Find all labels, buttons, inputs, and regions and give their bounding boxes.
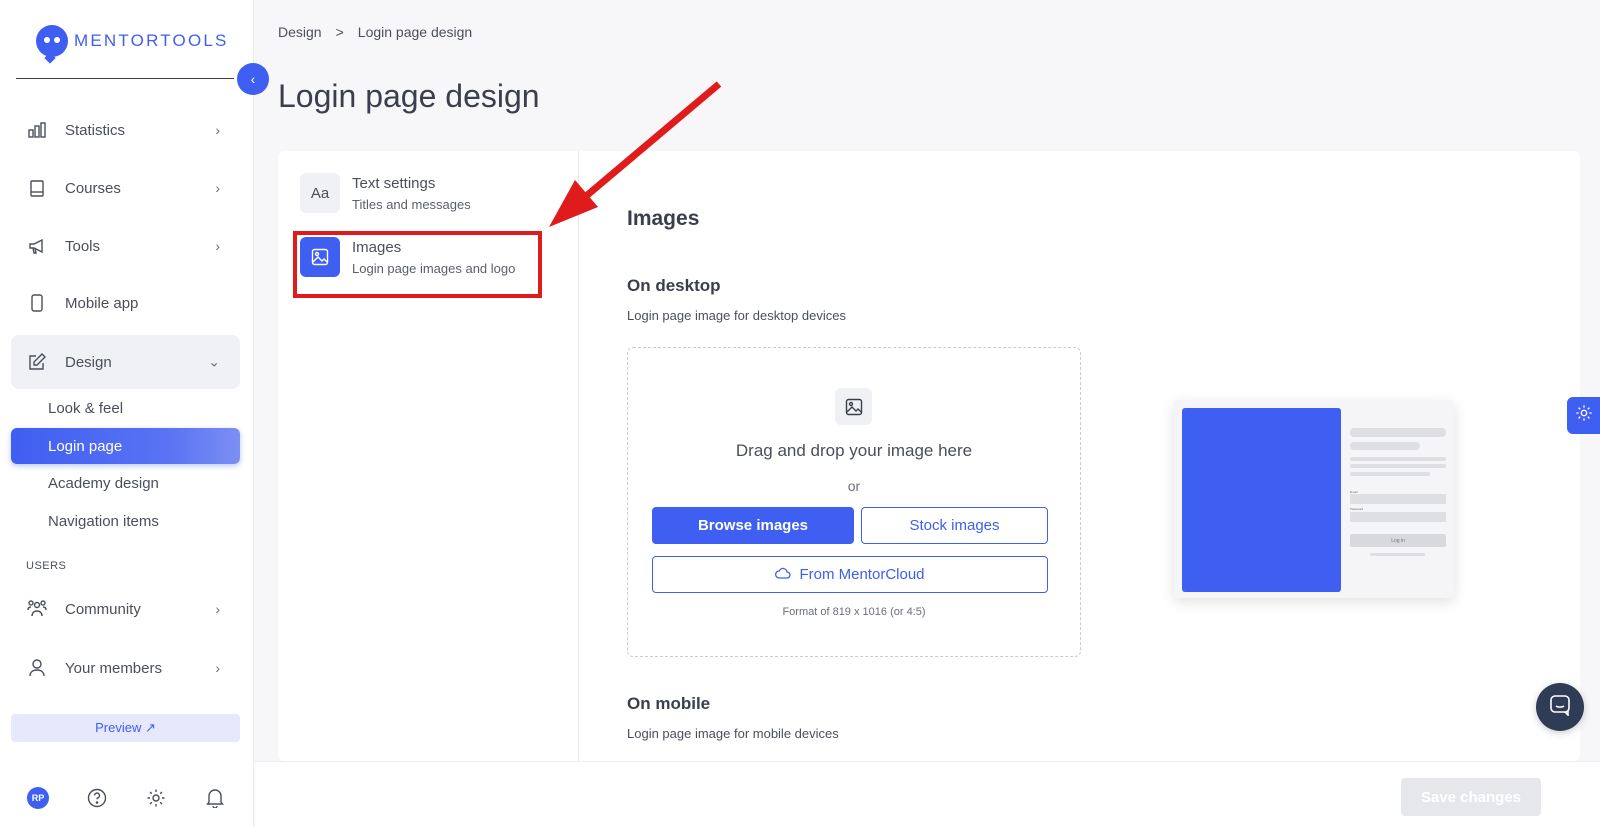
text-format-icon: Aa xyxy=(300,173,340,213)
login-preview: Email Password Log in xyxy=(1174,400,1454,598)
image-upload-icon xyxy=(835,388,872,425)
sidebar-item-label: Tools xyxy=(65,237,101,255)
community-icon xyxy=(27,599,47,619)
preview-login-button: Log in xyxy=(1350,534,1446,547)
mobile-section-subtitle: Login page image for mobile devices xyxy=(627,726,839,741)
breadcrumb-parent[interactable]: Design xyxy=(278,24,322,40)
settings-card: Aa Text settings Titles and messages Ima… xyxy=(278,151,1580,761)
chevron-left-icon: ‹ xyxy=(250,71,256,87)
desktop-section-title: On desktop xyxy=(627,276,721,295)
format-hint: Format of 819 x 1016 (or 4:5) xyxy=(782,606,926,618)
floating-settings-button[interactable] xyxy=(1567,397,1600,434)
chevron-right-icon: › xyxy=(215,180,220,196)
dropzone-or: or xyxy=(847,478,861,494)
avatar[interactable]: RP xyxy=(27,787,49,809)
from-mentorcloud-button[interactable]: From MentorCloud xyxy=(652,556,1048,593)
edit-icon xyxy=(27,352,47,372)
bell-icon[interactable] xyxy=(204,787,226,809)
breadcrumb: Design > Login page design xyxy=(278,24,472,40)
stock-images-button[interactable]: Stock images xyxy=(861,507,1048,544)
breadcrumb-separator: > xyxy=(335,24,344,40)
sidebar-item-label: Statistics xyxy=(65,121,126,139)
chevron-right-icon: › xyxy=(215,660,220,676)
settings-gear-icon[interactable] xyxy=(145,787,167,809)
content-title: Images xyxy=(627,207,700,230)
sidebar-item-design[interactable]: Design ⌄ xyxy=(11,335,240,389)
dropzone-text: Drag and drop your image here xyxy=(735,441,973,460)
chevron-right-icon: › xyxy=(215,122,220,138)
desktop-section-subtitle: Login page image for desktop devices xyxy=(627,308,846,323)
from-mentorcloud-label: From MentorCloud xyxy=(799,566,925,583)
desktop-dropzone[interactable]: Drag and drop your image here or Browse … xyxy=(627,347,1081,657)
sidebar-divider xyxy=(16,78,234,79)
menu-item-text-settings[interactable]: Aa Text settings Titles and messages xyxy=(300,173,471,213)
sidebar-subitem-academy-design[interactable]: Academy design xyxy=(11,465,240,501)
chat-icon xyxy=(1549,694,1571,721)
footer-bar xyxy=(255,761,1600,827)
mobile-section-title: On mobile xyxy=(627,694,711,713)
chevron-right-icon: › xyxy=(215,238,220,254)
sidebar-item-courses[interactable]: Courses › xyxy=(11,161,240,215)
gear-icon xyxy=(1575,404,1593,427)
breadcrumb-current: Login page design xyxy=(357,24,473,40)
sidebar-footer: RP xyxy=(27,787,226,809)
sidebar-item-community[interactable]: Community › xyxy=(11,582,240,636)
sidebar-subitem-look-feel[interactable]: Look & feel xyxy=(11,390,240,426)
collapse-sidebar-button[interactable]: ‹ xyxy=(237,63,269,95)
chat-button[interactable] xyxy=(1536,683,1584,731)
card-divider xyxy=(578,151,579,761)
help-icon[interactable] xyxy=(86,787,108,809)
browse-images-button[interactable]: Browse images xyxy=(652,507,854,544)
chevron-down-icon: ⌄ xyxy=(208,353,220,370)
sidebar-item-mobile-app[interactable]: Mobile app xyxy=(11,276,240,330)
megaphone-icon xyxy=(27,236,47,256)
sidebar-item-label: Mobile app xyxy=(65,294,139,312)
menu-item-subtitle: Titles and messages xyxy=(352,196,471,212)
sidebar-item-label: Community xyxy=(65,600,141,618)
sidebar-item-tools[interactable]: Tools › xyxy=(11,219,240,273)
page-title: Login page design xyxy=(278,78,540,114)
sidebar-subitem-navigation-items[interactable]: Navigation items xyxy=(11,503,240,539)
save-changes-button[interactable]: Save changes xyxy=(1401,778,1541,816)
logo-icon xyxy=(36,25,68,64)
cloud-icon xyxy=(775,566,792,583)
preview-image xyxy=(1182,408,1341,592)
sidebar-item-your-members[interactable]: Your members › xyxy=(11,641,240,695)
bar-chart-icon xyxy=(27,120,47,140)
sidebar-item-statistics[interactable]: Statistics › xyxy=(11,103,240,157)
chevron-right-icon: › xyxy=(215,601,220,617)
preview-password-label: Password xyxy=(1350,507,1364,511)
sidebar-item-label: Your members xyxy=(65,659,162,677)
sidebar: MENTORTOOLS Statistics › Courses › Tools… xyxy=(0,0,254,827)
logo[interactable]: MENTORTOOLS xyxy=(36,25,229,64)
user-icon xyxy=(27,658,47,678)
preview-button[interactable]: Preview ↗ xyxy=(11,714,240,742)
menu-item-title: Text settings xyxy=(352,174,436,192)
book-icon xyxy=(27,178,47,198)
sidebar-item-label: Courses xyxy=(65,179,121,197)
highlight-box xyxy=(293,231,542,298)
logo-text: MENTORTOOLS xyxy=(74,31,229,50)
section-label-users: USERS xyxy=(26,560,67,572)
phone-icon xyxy=(27,293,47,313)
sidebar-subitem-login-page[interactable]: Login page xyxy=(11,428,240,464)
sidebar-item-label: Design xyxy=(65,353,112,371)
